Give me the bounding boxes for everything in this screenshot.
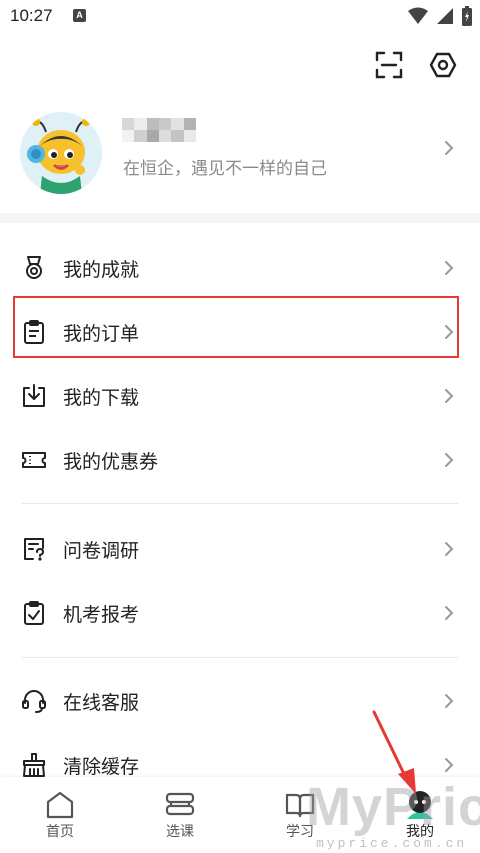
menu-item-downloads[interactable]: 我的下载 [0,366,480,426]
chevron-right-icon [445,453,454,467]
header-actions [374,50,458,80]
menu-item-label: 我的下载 [63,387,140,409]
profile-icon [407,791,433,819]
tab-home[interactable]: 首页 [0,777,120,853]
menu-item-label: 在线客服 [63,692,140,714]
notification-icon: A [73,9,86,22]
settings-icon[interactable] [428,50,458,80]
menu-separator [22,657,458,658]
menu-item-label: 清除缓存 [63,756,140,778]
profile-subtitle: 在恒企，遇见不一样的自己 [123,159,327,179]
menu-item-customer-service[interactable]: 在线客服 [0,671,480,731]
menu-item-label: 我的优惠券 [63,451,159,473]
tab-courses[interactable]: 选课 [120,777,240,853]
tab-label: 学习 [286,824,314,840]
signal-icon [437,8,453,24]
highlight-box [13,296,459,358]
chevron-right-icon [445,694,454,708]
section-divider [0,213,480,223]
menu-item-exam-registration[interactable]: 机考报考 [0,583,480,643]
wifi-icon [408,7,428,24]
chevron-right-icon [445,758,454,772]
menu-separator [22,503,458,504]
headset-icon [22,690,46,713]
coupon-icon [22,452,46,468]
status-bar: 10:27 A [0,0,480,34]
avatar[interactable] [20,112,102,194]
menu-item-coupons[interactable]: 我的优惠券 [0,430,480,490]
status-time: 10:27 [10,6,53,25]
chevron-right-icon [445,389,454,403]
survey-icon [24,538,44,561]
menu-item-achievements[interactable]: 我的成就 [0,238,480,298]
home-icon [46,791,74,819]
course-stack-icon [165,792,195,816]
bottom-tab-bar: 首页 选课 学习 我的 [0,777,480,853]
tab-mine[interactable]: 我的 [360,777,480,853]
chevron-right-icon [445,261,454,275]
menu-item-label: 问卷调研 [63,540,140,562]
menu-item-label: 我的成就 [63,259,140,281]
chevron-right-icon [445,141,454,155]
battery-icon [462,6,472,26]
chevron-right-icon [445,606,454,620]
tab-study[interactable]: 学习 [240,777,360,853]
chevron-right-icon [445,542,454,556]
broom-icon [23,753,45,777]
medal-icon [26,256,42,279]
exam-checklist-icon [24,601,44,625]
profile-card[interactable]: 在恒企，遇见不一样的自己 [0,108,480,198]
menu-item-survey[interactable]: 问卷调研 [0,519,480,579]
username-mosaic [122,118,196,142]
scan-icon[interactable] [374,50,404,80]
tab-label: 首页 [46,824,74,840]
book-icon [285,793,315,818]
tab-label: 选课 [166,824,194,840]
download-icon [23,384,45,407]
tab-label: 我的 [406,824,434,840]
menu-item-label: 机考报考 [63,604,140,626]
